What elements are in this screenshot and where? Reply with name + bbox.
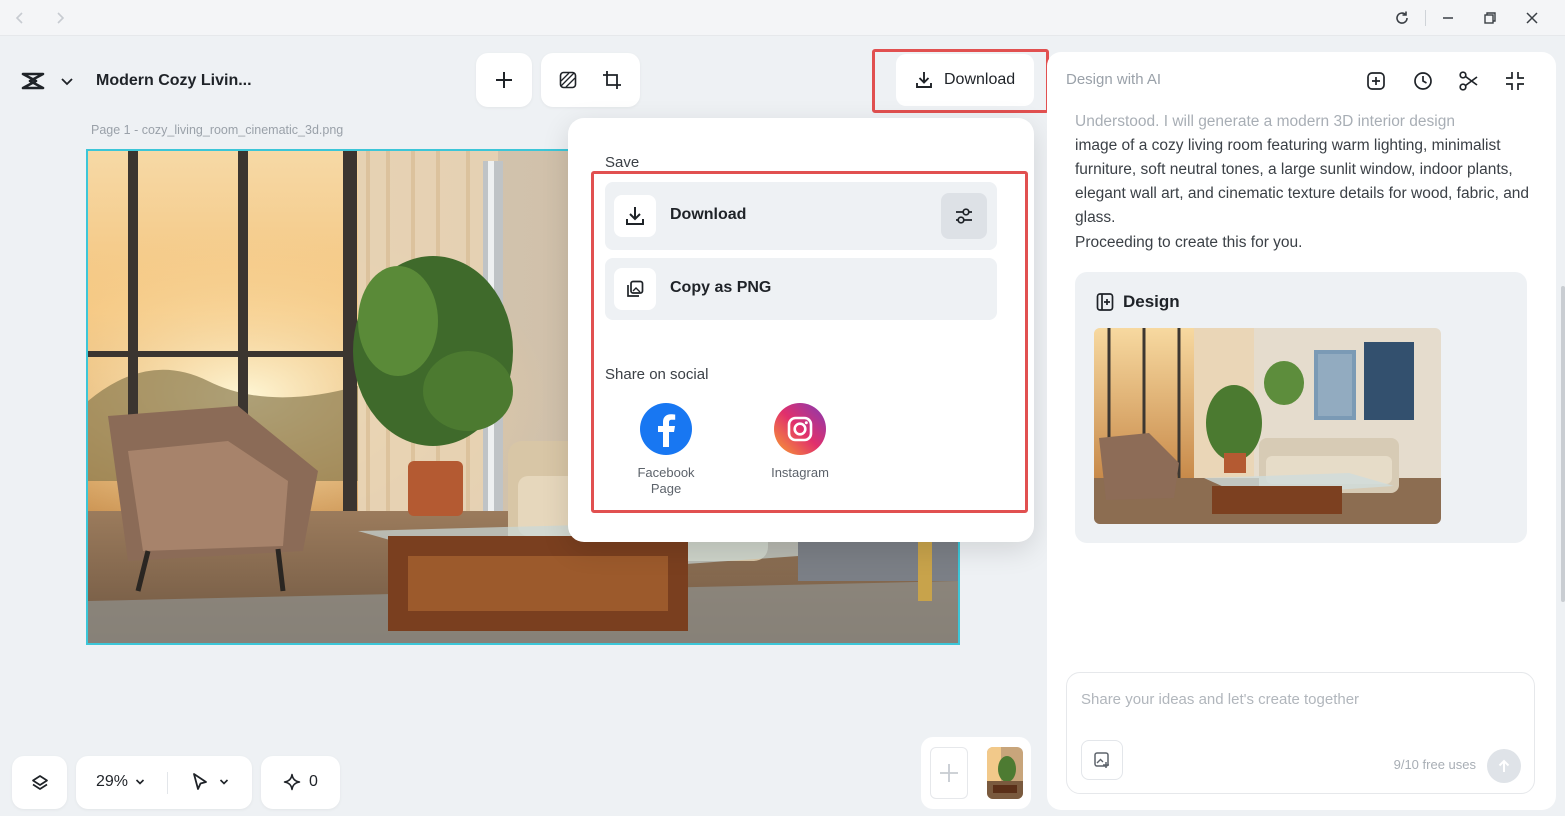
chevron-right-icon <box>57 12 65 24</box>
ai-message-faded-line: Understood. I will generate a modern 3D … <box>1075 113 1455 130</box>
facebook-label-line2: Page <box>650 481 682 496</box>
zoom-tool-group: 29% <box>76 756 252 809</box>
download-option[interactable]: Download <box>605 182 997 250</box>
design-result-card[interactable]: Design <box>1075 272 1527 543</box>
prompt-box: 9/10 free uses <box>1066 672 1535 794</box>
download-button[interactable]: Download <box>896 54 1034 106</box>
facebook-icon <box>640 403 692 455</box>
download-icon <box>614 195 656 237</box>
ai-credits-content: 0 <box>283 773 318 791</box>
forward-button[interactable] <box>48 6 72 30</box>
title-bar <box>0 0 1565 36</box>
free-uses-counter: 9/10 free uses <box>1393 757 1476 772</box>
attach-image-button[interactable] <box>1081 740 1123 780</box>
close-icon <box>1526 12 1538 24</box>
chevron-down-icon <box>135 779 145 785</box>
download-settings-button[interactable] <box>941 193 987 239</box>
ai-credits-button[interactable]: 0 <box>261 756 340 809</box>
copy-image-icon <box>614 268 656 310</box>
facebook-label-line1: Facebook <box>637 465 695 480</box>
share-link-button[interactable] <box>1456 68 1482 94</box>
new-chat-button[interactable] <box>1363 68 1389 94</box>
design-thumbnail-image <box>1094 328 1441 524</box>
download-icon <box>916 72 932 88</box>
zoom-divider <box>167 772 168 794</box>
design-icon <box>1095 292 1115 312</box>
pointer-tool-dropdown[interactable] <box>190 771 230 793</box>
ai-message-followup: Proceeding to create this for you. <box>1075 234 1303 251</box>
cursor-icon <box>193 773 207 790</box>
restore-button[interactable] <box>1478 6 1502 30</box>
page-thumbnail[interactable] <box>987 747 1023 799</box>
page-thumbnail-image <box>987 747 1023 799</box>
sparkle-icon <box>283 773 301 791</box>
ai-panel-title: Design with AI <box>1066 71 1162 88</box>
design-thumbnail[interactable] <box>1094 328 1441 524</box>
pages-strip <box>921 737 1031 809</box>
instagram-icon <box>774 403 826 455</box>
share-section-label: Share on social <box>605 366 709 383</box>
prompt-input[interactable] <box>1081 691 1521 708</box>
instagram-label: Instagram <box>771 465 829 480</box>
new-chat-icon <box>1367 72 1385 90</box>
back-button[interactable] <box>8 6 32 30</box>
arrow-up-icon <box>1498 759 1510 772</box>
copy-png-label: Copy as PNG <box>670 279 772 296</box>
ai-message: Understood. I will generate a modern 3D … <box>1075 110 1535 230</box>
save-section-label: Save <box>605 154 640 171</box>
send-button[interactable] <box>1487 749 1521 783</box>
collapse-panel-button[interactable] <box>1502 68 1528 94</box>
share-facebook-button[interactable]: Facebook Page <box>616 403 716 497</box>
layers-icon <box>12 756 67 809</box>
add-element-button[interactable] <box>476 53 532 107</box>
panel-scrollbar[interactable] <box>1561 286 1565 602</box>
minimize-icon <box>1443 17 1453 19</box>
page-label: Page 1 - cozy_living_room_cinematic_3d.p… <box>91 123 344 137</box>
resize-icon <box>603 71 621 89</box>
history-button[interactable] <box>1410 68 1436 94</box>
project-title[interactable]: Modern Cozy Livin... <box>96 72 252 90</box>
close-window-button[interactable] <box>1520 6 1544 30</box>
app-logo-icon <box>20 68 46 94</box>
canvas-tools-group <box>541 53 640 107</box>
zoom-dropdown[interactable]: 29% <box>96 773 146 791</box>
chevron-left-icon <box>15 12 23 24</box>
chevron-down-icon <box>219 779 229 785</box>
refresh-icon <box>1396 11 1408 24</box>
history-icon <box>1414 72 1432 90</box>
share-instagram-button[interactable]: Instagram <box>750 403 850 481</box>
minimize-button[interactable] <box>1436 6 1460 30</box>
background-button[interactable] <box>555 68 581 92</box>
chevron-down-icon[interactable] <box>58 72 76 90</box>
titlebar-divider <box>1425 10 1426 26</box>
download-menu: Save Download Copy as PNG Share on socia… <box>568 118 1034 542</box>
background-hatch-icon <box>559 71 577 89</box>
plus-icon <box>476 53 532 107</box>
design-title: Design <box>1123 292 1180 311</box>
ai-message-body: image of a cozy living room featuring wa… <box>1075 137 1530 226</box>
project-menu[interactable]: Modern Cozy Livin... <box>6 54 268 108</box>
restore-icon <box>1484 12 1496 24</box>
ai-panel: Design with AI Understood. I will genera… <box>1047 52 1556 810</box>
ai-credits-count: 0 <box>309 773 318 790</box>
copy-png-option[interactable]: Copy as PNG <box>605 258 997 320</box>
add-page-button[interactable] <box>930 747 968 799</box>
scissors-icon <box>1459 71 1478 91</box>
refresh-button[interactable] <box>1390 6 1414 30</box>
download-button-label: Download <box>944 71 1016 88</box>
resize-button[interactable] <box>599 68 625 92</box>
add-image-icon <box>1094 752 1109 768</box>
plus-icon <box>940 764 958 782</box>
zoom-level: 29% <box>96 773 129 790</box>
collapse-icon <box>1506 72 1524 90</box>
layers-button[interactable] <box>12 756 67 809</box>
sliders-icon <box>956 208 972 224</box>
download-option-label: Download <box>670 206 747 223</box>
